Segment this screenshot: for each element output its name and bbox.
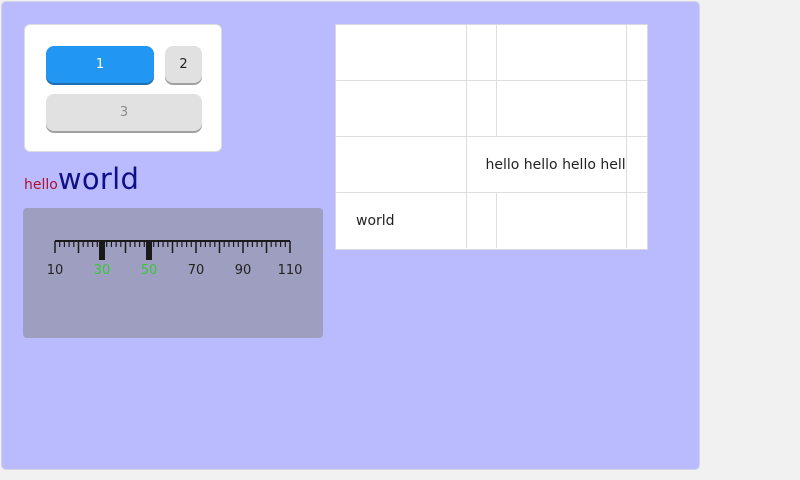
ruler-tick-label: 30: [94, 263, 111, 278]
table-cell[interactable]: [495, 192, 627, 248]
ruler-tick-label: 110: [278, 263, 303, 278]
table-row: [336, 25, 647, 81]
hello-world-label: hello world: [24, 162, 139, 202]
table-cell[interactable]: [495, 80, 627, 137]
table-row: hello hello hello hello: [336, 136, 647, 193]
table-cell[interactable]: [495, 25, 627, 81]
table-cell[interactable]: [465, 192, 497, 248]
ruler[interactable]: 10 30 50 70 90 110: [23, 208, 323, 338]
table-cell[interactable]: world: [336, 192, 467, 248]
table-cell[interactable]: [336, 136, 467, 193]
ruler-tick-label: 90: [235, 263, 252, 278]
table-cell[interactable]: [465, 25, 497, 81]
label-small: hello: [24, 177, 58, 193]
table-row: world: [336, 192, 647, 248]
app-window: 1 2 3 hello world 10 30 50 70 90 110 hel…: [1, 1, 700, 470]
table-cell[interactable]: hello hello hello hello: [465, 136, 627, 193]
button-3[interactable]: 3: [46, 94, 202, 131]
table-cell[interactable]: [625, 25, 647, 81]
table-cell[interactable]: [465, 80, 497, 137]
table-cell[interactable]: [625, 136, 647, 193]
table-cell[interactable]: [625, 192, 647, 248]
ruler-tick-label: 50: [141, 263, 158, 278]
table-cell[interactable]: [336, 80, 467, 137]
ruler-tick-label: 70: [188, 263, 205, 278]
label-big: world: [57, 162, 140, 196]
table-cell[interactable]: [336, 25, 467, 81]
button-panel: 1 2 3: [24, 24, 222, 152]
ruler-panel: 10 30 50 70 90 110: [23, 208, 323, 338]
button-2[interactable]: 2: [165, 46, 202, 83]
table-body: hello hello hello hello world: [336, 25, 647, 248]
data-table: hello hello hello hello world: [335, 24, 648, 250]
button-1[interactable]: 1: [46, 46, 154, 83]
table-row: [336, 80, 647, 137]
table-cell[interactable]: [625, 80, 647, 137]
ruler-tick-label: 10: [47, 263, 64, 278]
